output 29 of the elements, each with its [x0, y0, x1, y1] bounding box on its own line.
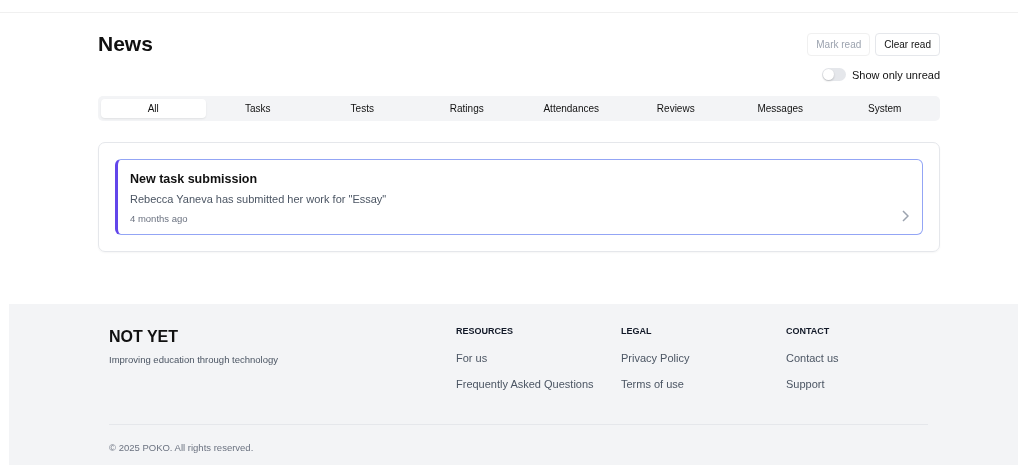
filter-tab[interactable]: System	[832, 99, 937, 118]
filter-tab[interactable]: Ratings	[414, 99, 519, 118]
filter-tab[interactable]: Attendances	[519, 99, 624, 118]
action-button[interactable]: Clear read	[875, 32, 940, 56]
tagline: Improving education through technology	[109, 354, 279, 365]
notification-time: 4 months ago	[130, 213, 189, 224]
filter-tab[interactable]: Tasks	[205, 99, 310, 118]
footer-link[interactable]: Terms of use	[621, 378, 786, 390]
filter-tab[interactable]: Messages	[728, 99, 833, 118]
chevron-right-icon	[901, 210, 909, 222]
footer-link[interactable]: Support	[786, 378, 928, 390]
footer-link[interactable]: For us	[456, 352, 621, 364]
toggle-switch[interactable]	[821, 68, 846, 81]
copyright-text: © 2025 POKO. All rights reserved.	[109, 442, 255, 453]
footer-link[interactable]: Privacy Policy	[621, 352, 786, 364]
footer-link[interactable]: Frequently Asked Questions	[456, 378, 621, 390]
filter-tab[interactable]: All	[101, 99, 206, 118]
toggle-label: Show only unread	[851, 68, 940, 81]
filter-tab[interactable]: Reviews	[623, 99, 728, 118]
brand-name: NOT YET	[109, 328, 180, 346]
filter-tab[interactable]: Tests	[310, 99, 415, 118]
notification-title: New task submission	[130, 172, 259, 186]
notification-card[interactable]: New task submission Rebecca Yaneva has submitted her work for "Essay" 4 months ago	[115, 159, 923, 235]
notification-text: Rebecca Yaneva has submitted her work for "Essay"	[130, 193, 387, 205]
footer-heading: LEGAL	[621, 326, 653, 336]
footer-link[interactable]: Contact us	[786, 352, 928, 364]
footer-heading: RESOURCES	[456, 326, 514, 336]
footer-heading: CONTACT	[786, 326, 831, 336]
page-title: News	[98, 32, 153, 56]
